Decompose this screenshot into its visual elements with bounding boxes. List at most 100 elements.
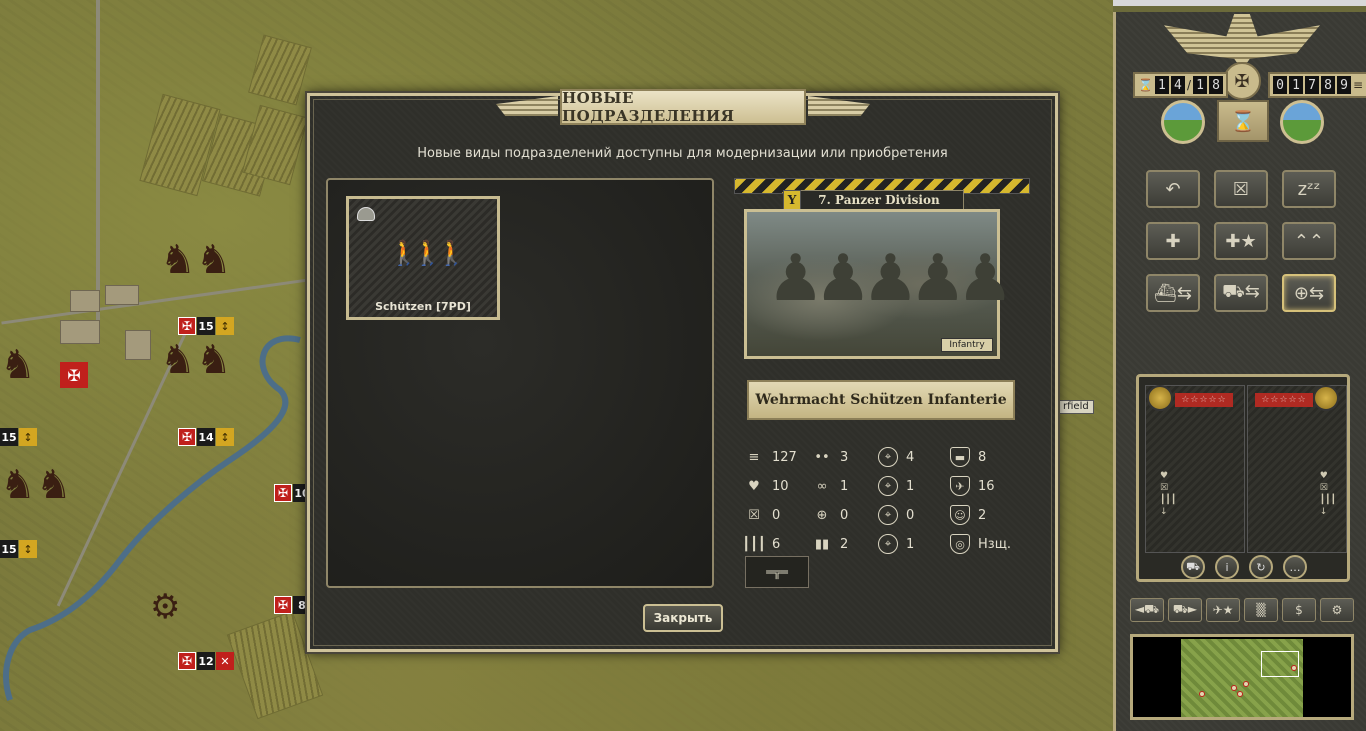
cavalry-unit-icon[interactable]: ♞: [0, 345, 36, 385]
air-units-button[interactable]: ✈★: [1206, 598, 1240, 622]
cycle-button[interactable]: ↻: [1249, 555, 1273, 579]
ammo-icon: ┃┃┃: [1160, 495, 1177, 505]
infantry-figures-icon: 🚶🚶🚶: [389, 239, 467, 267]
unit-strength-badge[interactable]: ✠ 8: [274, 596, 311, 614]
map-river: [3, 335, 301, 701]
unit-status-icon: ↕: [216, 428, 234, 446]
swastika-flag-icon: ✠: [274, 596, 292, 614]
unit-status-icon: ↕: [19, 540, 37, 558]
stat-value: 1: [906, 478, 915, 494]
binoculars-icon: ∞: [816, 478, 828, 494]
grid-toggle-button[interactable]: ▒: [1244, 598, 1278, 622]
cavalry-unit-icon[interactable]: ♞♞: [160, 240, 232, 280]
coins-icon: ≡: [748, 449, 760, 465]
dialog-subtitle: Новые виды подразделений доступны для мо…: [417, 146, 948, 161]
stat-value: 10: [772, 478, 789, 494]
air-mode-button[interactable]: ⊕⇆: [1282, 274, 1336, 312]
stat-row: ♥ 10 ∞ 1 ⌖ 1 ✈ 16: [744, 473, 1034, 502]
prestige-digit: 7: [1305, 76, 1319, 94]
command-panel: ✠ ⌛ 1 4 / 1 8 0 1 7 8 9 ≡ ⌛ ↶ ☒ zᶻᶻ ✚ ✚★ ⌃⌃ ⛴⇆…: [1113, 12, 1366, 731]
stat-cell: ⊕ 0: [812, 502, 849, 528]
close-button[interactable]: Закрыть: [643, 604, 723, 632]
settings-button[interactable]: ⚙: [1320, 598, 1354, 622]
division-name-plate: Y 7. Panzer Division: [783, 190, 964, 210]
ammo-icon: ┃┃┃: [1319, 495, 1336, 505]
sleep-button[interactable]: zᶻᶻ: [1282, 170, 1336, 208]
stat-value: 4: [906, 449, 915, 465]
unit-strength: 15: [0, 428, 18, 446]
stat-value: 0: [840, 507, 849, 523]
hourglass-icon: ⌛: [1138, 78, 1153, 92]
map-field: [248, 34, 312, 106]
chat-button[interactable]: …: [1283, 555, 1307, 579]
minimap-unit-marker: [1243, 681, 1249, 687]
target-air-icon: ⌖: [878, 534, 898, 554]
next-unit-button[interactable]: ⛟►: [1168, 598, 1202, 622]
stat-value: 127: [772, 449, 797, 465]
unit-view-button[interactable]: ⛟: [1181, 555, 1205, 579]
disband-button[interactable]: ☒: [1214, 170, 1268, 208]
mount-button[interactable]: ⛟⇆: [1214, 274, 1268, 312]
cavalry-unit-icon[interactable]: ♞♞: [160, 340, 232, 380]
unit-strength-badge[interactable]: 15 ↕: [0, 540, 37, 558]
embark-naval-button[interactable]: ⛴⇆: [1146, 274, 1200, 312]
prestige-counter: 0 1 7 8 9 ≡: [1268, 72, 1366, 98]
unit-strength-badge[interactable]: ✠ 15 ↕: [178, 317, 234, 335]
town-building: [125, 330, 151, 360]
reinforce-button[interactable]: ✚: [1146, 222, 1200, 260]
rank-stars-left: ☆☆☆☆☆: [1175, 393, 1233, 407]
weather-forecast-icon[interactable]: [1280, 100, 1324, 144]
stat-cell: ▬ 8: [950, 444, 986, 470]
elite-reinforce-button[interactable]: ✚★: [1214, 222, 1268, 260]
soldiers-photo-figures: ♟♟♟♟♟: [767, 242, 1014, 316]
swastika-flag-icon: ✠: [274, 484, 292, 502]
unit-strength-badge[interactable]: ✠ 10: [274, 484, 311, 502]
stat-cell: ≡ 127: [744, 444, 797, 470]
minimap[interactable]: [1130, 634, 1354, 720]
town-building: [60, 320, 100, 344]
minimap-unit-marker: [1231, 685, 1237, 691]
stat-cell: •• 3: [812, 444, 848, 470]
unit-strength-badge[interactable]: 15 ↕: [0, 428, 37, 446]
unit-strength: 15: [0, 540, 18, 558]
stat-cell: ☒ 0: [744, 502, 780, 528]
turn-separator: /: [1186, 78, 1191, 92]
unit-card[interactable]: 🚶🚶🚶 Schützen [7PD]: [346, 196, 500, 320]
undo-button[interactable]: ↶: [1146, 170, 1200, 208]
turn-digit: 8: [1209, 76, 1223, 94]
stat-row: ☒ 0 ⊕ 0 ⌖ 0 ☺ 2: [744, 502, 1034, 531]
shield-air-icon: ✈: [950, 476, 970, 496]
weather-today-icon[interactable]: [1161, 100, 1205, 144]
unit-strength-badge[interactable]: ✠ 12 ✕: [178, 652, 234, 670]
division-name: 7. Panzer Division: [818, 193, 940, 207]
prestige-digit: 8: [1321, 76, 1335, 94]
shield-infantry-icon: ☺: [950, 505, 970, 525]
stat-value: Нзщ.: [978, 536, 1012, 552]
new-unit-list[interactable]: 🚶🚶🚶 Schützen [7PD]: [326, 178, 714, 588]
dialog-title: НОВЫЕ ПОДРАЗДЕЛЕНИЯ: [560, 89, 806, 125]
unit-info-right: ♥ ☒ ┃┃┃ ↓: [1247, 385, 1347, 553]
info-button[interactable]: i: [1215, 555, 1239, 579]
stat-cell: ✈ 16: [950, 473, 995, 499]
map-field: [241, 104, 309, 186]
prestige-digit: 0: [1273, 76, 1287, 94]
turn-digit: 1: [1154, 76, 1169, 94]
stat-value: 8: [978, 449, 987, 465]
rank-stars-right: ☆☆☆☆☆: [1255, 393, 1313, 407]
artillery-unit-icon[interactable]: ⚙: [150, 590, 180, 624]
unit-strength-badge[interactable]: ✠ 14 ↕: [178, 428, 234, 446]
unit-strength: 15: [197, 317, 215, 335]
heart-icon: ♥: [1160, 471, 1169, 481]
unit-full-name: Wehrmacht Schützen Infanterie: [747, 380, 1015, 420]
upgrade-button[interactable]: ⌃⌃: [1282, 222, 1336, 260]
entrench-icon: ☒: [748, 507, 760, 523]
minimap-viewport[interactable]: [1261, 651, 1299, 677]
prev-unit-button[interactable]: ◄⛟: [1130, 598, 1164, 622]
stat-value: 2: [840, 536, 849, 552]
entrench-icon: ☒: [1319, 483, 1328, 493]
emblem-medal-icon: ✠: [1223, 62, 1261, 100]
cavalry-unit-icon[interactable]: ♞♞: [0, 465, 72, 505]
purchase-button[interactable]: $: [1282, 598, 1316, 622]
hq-flag-icon[interactable]: ✠: [60, 362, 88, 388]
end-turn-button[interactable]: ⌛: [1217, 100, 1269, 142]
